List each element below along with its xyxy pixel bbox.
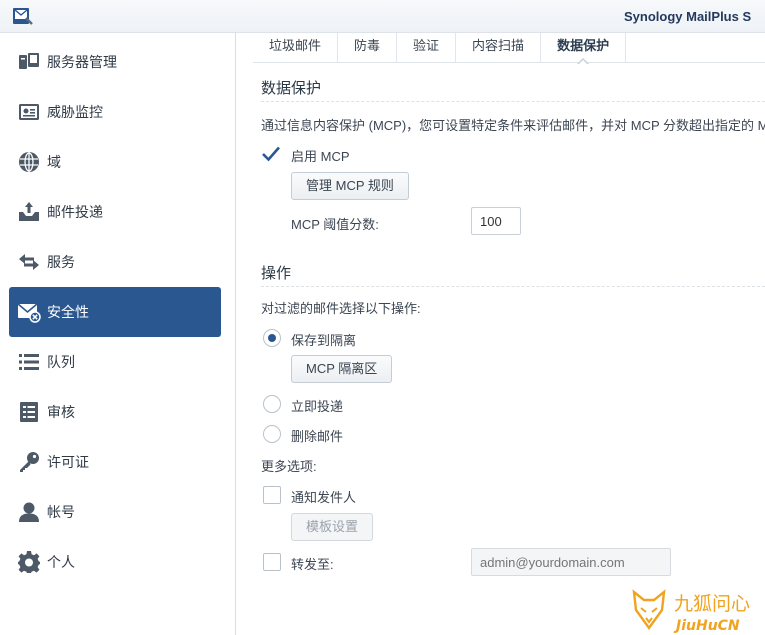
action-description: 对过滤的邮件选择以下操作: (261, 301, 421, 316)
sidebar-item-threat-monitor[interactable]: 威胁监控 (9, 87, 221, 137)
sidebar-item-label: 服务器管理 (47, 54, 117, 70)
globe-icon (17, 150, 41, 174)
list-icon (17, 350, 41, 374)
deliver-immediately-radio[interactable] (263, 395, 281, 413)
gear-icon (17, 550, 41, 574)
sidebar-item-label: 邮件投递 (47, 204, 103, 220)
section-title-action: 操作 (261, 265, 292, 282)
main-panel: 垃圾邮件 防毒 验证 内容扫描 数据保护 数据保护 通过信息内容保护 (MCP)… (237, 33, 765, 635)
tab-authentication[interactable]: 验证 (397, 33, 457, 63)
sidebar-item-label: 审核 (47, 404, 75, 420)
sidebar-item-services[interactable]: 服务 (9, 237, 221, 287)
forward-to-checkbox[interactable] (263, 553, 281, 571)
sidebar-item-label: 帐号 (47, 504, 75, 520)
checkmark-icon (262, 146, 280, 162)
mail-security-icon (17, 300, 41, 324)
app-title: Synology MailPlus S (624, 9, 752, 24)
watermark-en-text: JiuHuCN (673, 618, 740, 634)
section-divider (261, 286, 765, 287)
tab-content-scan[interactable]: 内容扫描 (456, 33, 542, 63)
mcp-threshold-label: MCP 阈值分数: (291, 217, 379, 232)
sidebar-item-label: 威胁监控 (47, 104, 103, 120)
server-management-icon (17, 50, 41, 74)
delete-mail-radio[interactable] (263, 425, 281, 443)
forward-to-label: 转发至: (291, 557, 334, 572)
save-to-quarantine-label: 保存到隔离 (291, 333, 357, 348)
sidebar-item-label: 许可证 (47, 454, 89, 470)
sidebar-item-mail-delivery[interactable]: 邮件投递 (9, 187, 221, 237)
watermark-cn-text: 九狐问心 (674, 593, 750, 615)
notify-sender-label: 通知发件人 (291, 490, 357, 505)
sidebar-item-audit[interactable]: 审核 (9, 387, 221, 437)
section-divider (261, 101, 765, 102)
threat-monitor-icon (17, 100, 41, 124)
sidebar-item-label: 域 (47, 154, 61, 170)
fox-logo-icon: 九狐问心 JiuHuCN (632, 589, 750, 634)
tab-spam[interactable]: 垃圾邮件 (253, 33, 339, 63)
deliver-immediately-label: 立即投递 (291, 399, 344, 414)
user-icon (17, 500, 41, 524)
enable-mcp-label: 启用 MCP (291, 149, 350, 164)
save-to-quarantine-radio[interactable] (263, 329, 281, 347)
mailplus-app-icon (13, 8, 33, 25)
watermark-logo: 九狐问心 JiuHuCN (630, 586, 765, 635)
template-settings-button[interactable]: 模板设置 (291, 513, 374, 541)
mcp-threshold-input[interactable] (471, 207, 521, 235)
audit-document-icon (17, 400, 41, 424)
delete-mail-label: 删除邮件 (291, 429, 344, 444)
tab-data-protection[interactable]: 数据保护 (541, 33, 627, 65)
arrows-exchange-icon (17, 250, 41, 274)
sidebar-item-domain[interactable]: 域 (9, 137, 221, 187)
sidebar: 服务器管理 威胁监控 域 邮件投递 服务 安全性 队列 审核 许可证 帐号 个人 (0, 33, 236, 635)
enable-mcp-checkbox[interactable] (261, 145, 280, 163)
tab-bar: 垃圾邮件 防毒 验证 内容扫描 数据保护 (253, 33, 765, 65)
title-bar: Synology MailPlus S (0, 0, 765, 33)
sidebar-item-queue[interactable]: 队列 (9, 337, 221, 387)
dlp-description: 通过信息内容保护 (MCP)，您可设置特定条件来评估邮件，并对 MCP 分数超出… (261, 118, 765, 133)
key-icon (17, 450, 41, 474)
more-options-label: 更多选项: (261, 459, 317, 474)
sidebar-item-label: 个人 (47, 554, 75, 570)
notify-sender-checkbox[interactable] (263, 486, 281, 504)
sidebar-item-label: 队列 (47, 354, 75, 370)
sidebar-item-label: 安全性 (47, 304, 89, 320)
sidebar-item-server-management[interactable]: 服务器管理 (9, 37, 221, 87)
mail-delivery-icon (17, 200, 41, 224)
forward-address-input[interactable] (471, 548, 671, 576)
section-title-dlp: 数据保护 (261, 80, 322, 97)
sidebar-item-security[interactable]: 安全性 (9, 287, 221, 337)
mcp-quarantine-button[interactable]: MCP 隔离区 (291, 355, 393, 383)
sidebar-item-license[interactable]: 许可证 (9, 437, 221, 487)
manage-mcp-rules-button[interactable]: 管理 MCP 规则 (291, 172, 409, 200)
tab-antivirus[interactable]: 防毒 (338, 33, 398, 63)
sidebar-item-personal[interactable]: 个人 (9, 537, 221, 587)
sidebar-item-label: 服务 (47, 254, 75, 270)
sidebar-item-account[interactable]: 帐号 (9, 487, 221, 537)
